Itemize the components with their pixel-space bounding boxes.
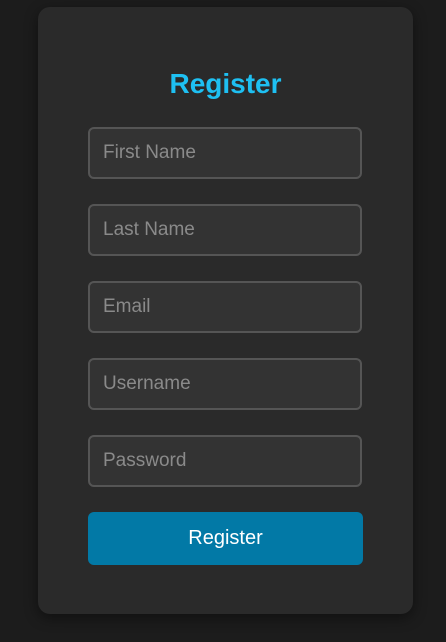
first-name-input[interactable]: [88, 127, 362, 179]
email-input[interactable]: [88, 281, 362, 333]
password-input[interactable]: [88, 435, 362, 487]
last-name-input[interactable]: [88, 204, 362, 256]
register-button[interactable]: Register: [88, 512, 363, 565]
form-title: Register: [169, 68, 282, 99]
username-input[interactable]: [88, 358, 362, 410]
register-card: Register Register: [38, 7, 413, 614]
